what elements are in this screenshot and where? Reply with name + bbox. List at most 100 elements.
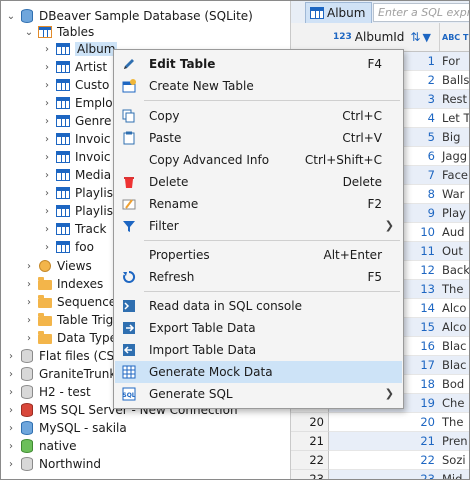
expand-arrow-icon[interactable]: › — [23, 261, 35, 272]
cell-title[interactable]: Blac — [439, 337, 469, 356]
cell-title[interactable]: Big — [439, 128, 469, 147]
tree-node-indexes[interactable]: › Indexes — [23, 275, 103, 293]
row-number[interactable]: 23 — [291, 470, 329, 479]
expand-arrow-icon[interactable]: › — [23, 315, 35, 326]
cell-title[interactable]: Jagg — [439, 147, 469, 166]
menu-item-filter[interactable]: Filter ❯ — [115, 215, 402, 237]
cell-title[interactable]: War — [439, 185, 469, 204]
expand-arrow-icon[interactable]: › — [41, 116, 53, 127]
menu-item-paste[interactable]: Paste Ctrl+V — [115, 127, 402, 149]
expand-arrow-icon[interactable]: › — [23, 333, 35, 344]
tree-node-table[interactable]: › Genre — [41, 112, 111, 130]
tree-node-table[interactable]: › Invoic — [41, 148, 111, 166]
collapse-arrow-icon[interactable]: ⌄ — [23, 27, 35, 38]
cell-albumid[interactable]: 22 — [329, 451, 439, 470]
cell-title[interactable]: Alco — [439, 318, 469, 337]
expand-arrow-icon[interactable]: › — [41, 80, 53, 91]
tree-node-table[interactable]: › Custo — [41, 76, 109, 94]
tab-album[interactable]: Album — [305, 2, 373, 23]
tree-node-table-triggers[interactable]: › Table Trig — [23, 311, 113, 329]
expand-arrow-icon[interactable]: › — [41, 62, 53, 73]
menu-item-edit-table[interactable]: Edit Table F4 — [115, 53, 402, 75]
menu-item-properties[interactable]: Properties Alt+Enter — [115, 244, 402, 266]
cell-title[interactable]: Sozi — [439, 451, 469, 470]
cell-albumid[interactable]: 20 — [329, 413, 439, 432]
collapse-arrow-icon[interactable]: ⌄ — [5, 11, 17, 22]
tree-node-table[interactable]: › Artist — [41, 58, 107, 76]
sort-icon[interactable]: ⇅ — [410, 30, 420, 44]
expand-arrow-icon[interactable]: › — [41, 206, 53, 217]
cell-title[interactable]: The — [439, 413, 469, 432]
cell-title[interactable]: For — [439, 52, 469, 71]
cell-title[interactable]: The — [439, 280, 469, 299]
expand-arrow-icon[interactable]: › — [23, 279, 35, 290]
tree-node-connection[interactable]: › GraniteTrunk — [5, 365, 116, 383]
menu-item-import-table-data[interactable]: Import Table Data — [115, 339, 402, 361]
tree-node-connection[interactable]: › Flat files (CSV — [5, 347, 122, 365]
cell-title[interactable]: Back — [439, 261, 469, 280]
tree-node-connection[interactable]: › native — [5, 437, 76, 455]
menu-item-refresh[interactable]: Refresh F5 — [115, 266, 402, 288]
cell-title[interactable]: Balls — [439, 71, 469, 90]
cell-title[interactable]: Face — [439, 166, 469, 185]
menu-item-copy-advanced-info[interactable]: Copy Advanced Info Ctrl+Shift+C — [115, 149, 402, 171]
filter-icon[interactable]: ▼ — [422, 31, 430, 44]
expand-arrow-icon[interactable]: › — [5, 405, 17, 416]
expand-arrow-icon[interactable]: › — [41, 188, 53, 199]
tree-node-table[interactable]: › Invoic — [41, 130, 111, 148]
cell-title[interactable]: Pren — [439, 432, 469, 451]
expand-arrow-icon[interactable]: › — [23, 297, 35, 308]
tree-node-table[interactable]: › Playlis — [41, 202, 113, 220]
row-number[interactable]: 22 — [291, 451, 329, 470]
column-header-title[interactable]: ABC T — [439, 23, 469, 51]
menu-item-read-data-in-sql-console[interactable]: Read data in SQL console — [115, 295, 402, 317]
cell-title[interactable]: Che — [439, 394, 469, 413]
sql-filter-input[interactable]: Enter a SQL express — [373, 3, 469, 22]
expand-arrow-icon[interactable]: › — [41, 242, 53, 253]
row-number[interactable]: 20 — [291, 413, 329, 432]
tree-node-sequences[interactable]: › Sequence — [23, 293, 116, 311]
menu-item-create-new-table[interactable]: Create New Table — [115, 75, 402, 97]
cell-title[interactable]: Out — [439, 242, 469, 261]
expand-arrow-icon[interactable]: › — [5, 387, 17, 398]
cell-title[interactable]: Alco — [439, 299, 469, 318]
row-number[interactable]: 21 — [291, 432, 329, 451]
expand-arrow-icon[interactable]: › — [5, 441, 17, 452]
menu-item-generate-mock-data[interactable]: Generate Mock Data — [115, 361, 402, 383]
cell-albumid[interactable]: 21 — [329, 432, 439, 451]
expand-arrow-icon[interactable]: › — [41, 152, 53, 163]
tree-node-connection[interactable]: › Northwind — [5, 455, 101, 473]
expand-arrow-icon[interactable]: › — [41, 98, 53, 109]
menu-item-export-table-data[interactable]: Export Table Data — [115, 317, 402, 339]
expand-arrow-icon[interactable]: › — [41, 224, 53, 235]
menu-item-copy[interactable]: Copy Ctrl+C — [115, 105, 402, 127]
menu-item-delete[interactable]: Delete Delete — [115, 171, 402, 193]
menu-item-rename[interactable]: Rename F2 — [115, 193, 402, 215]
tree-node-table[interactable]: › Playlis — [41, 184, 113, 202]
tree-node-data-types[interactable]: › Data Type — [23, 329, 117, 347]
cell-title[interactable]: Play — [439, 204, 469, 223]
expand-arrow-icon[interactable]: › — [41, 44, 53, 55]
expand-arrow-icon[interactable]: › — [41, 134, 53, 145]
cell-albumid[interactable]: 23 — [329, 470, 439, 479]
expand-arrow-icon[interactable]: › — [5, 423, 17, 434]
tree-node-views[interactable]: › Views — [23, 257, 92, 275]
tree-node-table[interactable]: › Emplo — [41, 94, 113, 112]
tree-node-table[interactable]: › Media — [41, 166, 111, 184]
cell-title[interactable]: Aud — [439, 223, 469, 242]
expand-arrow-icon[interactable]: › — [5, 351, 17, 362]
tree-node-table[interactable]: › Album — [41, 40, 118, 58]
cell-title[interactable]: Blac — [439, 356, 469, 375]
cell-title[interactable]: Mid — [439, 470, 469, 479]
expand-arrow-icon[interactable]: › — [41, 170, 53, 181]
cell-title[interactable]: Bod — [439, 375, 469, 394]
tree-node-connection[interactable]: › H2 - test — [5, 383, 91, 401]
tree-node-table[interactable]: › foo — [41, 238, 94, 256]
expand-arrow-icon[interactable]: › — [5, 459, 17, 470]
cell-title[interactable]: Rest — [439, 90, 469, 109]
tree-node-connection[interactable]: › MySQL - sakila — [5, 419, 127, 437]
cell-title[interactable]: Let T — [439, 109, 469, 128]
expand-arrow-icon[interactable]: › — [5, 369, 17, 380]
column-header-albumid[interactable]: 123 AlbumId ⇅ ▼ — [329, 23, 440, 51]
menu-item-generate-sql[interactable]: SQL Generate SQL ❯ — [115, 383, 402, 405]
